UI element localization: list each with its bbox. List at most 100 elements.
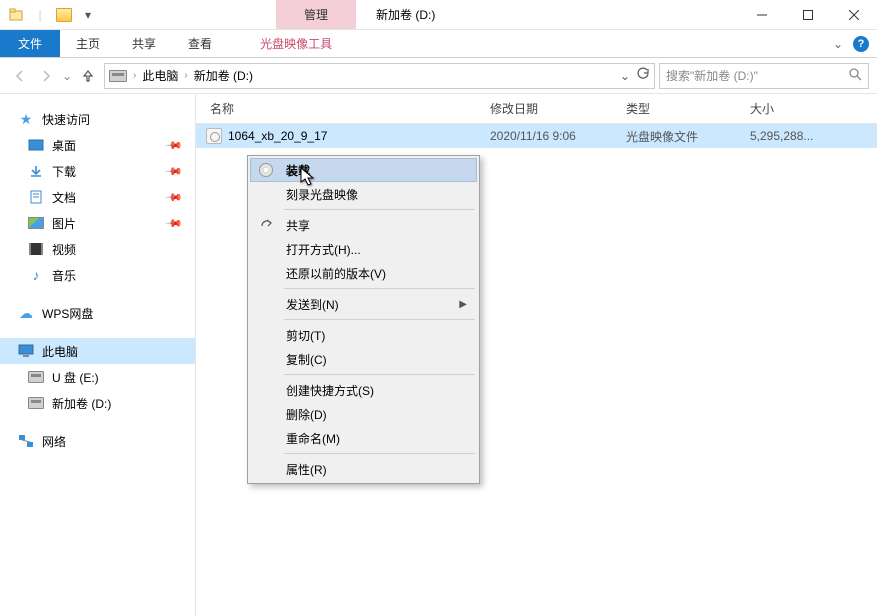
context-menu: 装载 刻录光盘映像 共享 打开方式(H)... 还原以前的版本(V) 发送到(N…: [247, 155, 480, 484]
menu-separator: [284, 374, 475, 375]
drive-icon: [109, 70, 127, 82]
up-button[interactable]: [76, 64, 100, 88]
file-row[interactable]: 1064_xb_20_9_17 2020/11/16 9:06 光盘映像文件 5…: [196, 124, 877, 148]
menu-separator: [284, 319, 475, 320]
address-bar[interactable]: › 此电脑 › 新加卷 (D:) ⌄: [104, 63, 655, 89]
sidebar-item-documents[interactable]: 文档 📌: [0, 184, 195, 210]
chevron-right-icon[interactable]: ›: [184, 70, 187, 81]
file-date: 2020/11/16 9:06: [490, 129, 626, 143]
chevron-right-icon[interactable]: ›: [133, 70, 136, 81]
ribbon-collapse-icon[interactable]: ⌄: [833, 37, 843, 51]
column-size[interactable]: 大小: [750, 100, 877, 117]
pin-icon: 📌: [165, 136, 184, 155]
column-name[interactable]: 名称: [210, 100, 490, 117]
sidebar-item-label: 图片: [52, 215, 76, 232]
sidebar-item-label: 音乐: [52, 267, 76, 284]
tab-disc-image-tools[interactable]: 光盘映像工具: [244, 30, 348, 57]
document-icon: [28, 189, 44, 205]
tab-file[interactable]: 文件: [0, 30, 60, 57]
maximize-button[interactable]: [785, 0, 831, 30]
drive-icon: [28, 369, 44, 385]
menu-send-to[interactable]: 发送到(N) ▶: [250, 292, 477, 316]
sidebar-this-pc[interactable]: 此电脑: [0, 338, 195, 364]
drive-icon: [28, 395, 44, 411]
menu-properties[interactable]: 属性(R): [250, 457, 477, 481]
sidebar-item-label: U 盘 (E:): [52, 369, 99, 386]
sidebar-item-label: WPS网盘: [42, 305, 93, 322]
column-date[interactable]: 修改日期: [490, 100, 626, 117]
submenu-arrow-icon: ▶: [459, 299, 467, 310]
ribbon-tabs: 文件 主页 共享 查看 光盘映像工具 ⌄ ?: [0, 30, 877, 58]
menu-label: 装载: [286, 162, 310, 179]
file-size: 5,295,288...: [750, 129, 877, 143]
folder-icon[interactable]: [56, 7, 72, 23]
menu-label: 创建快捷方式(S): [286, 382, 374, 399]
download-icon: [28, 163, 44, 179]
search-input[interactable]: 搜索"新加卷 (D:)": [659, 63, 869, 89]
menu-label: 复制(C): [286, 351, 327, 368]
address-dropdown-icon[interactable]: ⌄: [620, 69, 630, 83]
column-headers: 名称 修改日期 类型 大小: [196, 94, 877, 124]
sidebar-item-drive-d[interactable]: 新加卷 (D:): [0, 390, 195, 416]
menu-delete[interactable]: 删除(D): [250, 402, 477, 426]
breadcrumb-drive[interactable]: 新加卷 (D:): [194, 67, 253, 84]
menu-label: 打开方式(H)...: [286, 241, 361, 258]
pictures-icon: [28, 215, 44, 231]
sidebar-wps-cloud[interactable]: ☁ WPS网盘: [0, 300, 195, 326]
navigation-pane: ★ 快速访问 桌面 📌 下载 📌 文档: [0, 94, 196, 616]
column-type[interactable]: 类型: [626, 100, 750, 117]
app-icon: [8, 7, 24, 23]
menu-share[interactable]: 共享: [250, 213, 477, 237]
menu-open-with[interactable]: 打开方式(H)...: [250, 237, 477, 261]
navigation-bar: ⌄ › 此电脑 › 新加卷 (D:) ⌄ 搜索"新加卷 (D:)": [0, 58, 877, 94]
forward-button[interactable]: [34, 64, 58, 88]
menu-burn[interactable]: 刻录光盘映像: [250, 182, 477, 206]
search-placeholder: 搜索"新加卷 (D:)": [666, 67, 848, 84]
menu-rename[interactable]: 重命名(M): [250, 426, 477, 450]
menu-label: 共享: [286, 217, 310, 234]
help-icon[interactable]: ?: [853, 36, 869, 52]
sidebar-item-label: 文档: [52, 189, 76, 206]
sidebar-item-usb[interactable]: U 盘 (E:): [0, 364, 195, 390]
menu-restore[interactable]: 还原以前的版本(V): [250, 261, 477, 285]
sidebar-item-desktop[interactable]: 桌面 📌: [0, 132, 195, 158]
sidebar-item-music[interactable]: ♪ 音乐: [0, 262, 195, 288]
sidebar-item-downloads[interactable]: 下载 📌: [0, 158, 195, 184]
recent-dropdown[interactable]: ⌄: [60, 64, 74, 88]
menu-copy[interactable]: 复制(C): [250, 347, 477, 371]
menu-mount[interactable]: 装载: [250, 158, 477, 182]
minimize-button[interactable]: [739, 0, 785, 30]
titlebar: | ▾ 管理 新加卷 (D:): [0, 0, 877, 30]
tab-view[interactable]: 查看: [172, 30, 228, 57]
window-controls: [739, 0, 877, 30]
sidebar-network[interactable]: 网络: [0, 428, 195, 454]
menu-shortcut[interactable]: 创建快捷方式(S): [250, 378, 477, 402]
sidebar-item-label: 此电脑: [42, 343, 78, 360]
menu-label: 还原以前的版本(V): [286, 265, 386, 282]
menu-cut[interactable]: 剪切(T): [250, 323, 477, 347]
menu-label: 属性(R): [286, 461, 327, 478]
disc-icon: [258, 162, 274, 178]
close-button[interactable]: [831, 0, 877, 30]
quick-access-toolbar: | ▾: [0, 7, 96, 23]
file-name: 1064_xb_20_9_17: [228, 129, 327, 143]
tab-home[interactable]: 主页: [60, 30, 116, 57]
breadcrumb-this-pc[interactable]: 此电脑: [142, 67, 178, 84]
sidebar-item-label: 快速访问: [42, 111, 90, 128]
tab-share[interactable]: 共享: [116, 30, 172, 57]
sidebar-item-pictures[interactable]: 图片 📌: [0, 210, 195, 236]
menu-separator: [284, 453, 475, 454]
search-icon[interactable]: [848, 67, 862, 84]
qat-dropdown-icon[interactable]: ▾: [80, 7, 96, 23]
divider: |: [32, 7, 48, 23]
videos-icon: [28, 241, 44, 257]
music-icon: ♪: [28, 267, 44, 283]
menu-label: 删除(D): [286, 406, 327, 423]
refresh-icon[interactable]: [636, 67, 650, 84]
sidebar-quick-access[interactable]: ★ 快速访问: [0, 106, 195, 132]
back-button[interactable]: [8, 64, 32, 88]
file-type: 光盘映像文件: [626, 128, 750, 145]
star-icon: ★: [18, 111, 34, 127]
menu-separator: [284, 209, 475, 210]
sidebar-item-videos[interactable]: 视频: [0, 236, 195, 262]
